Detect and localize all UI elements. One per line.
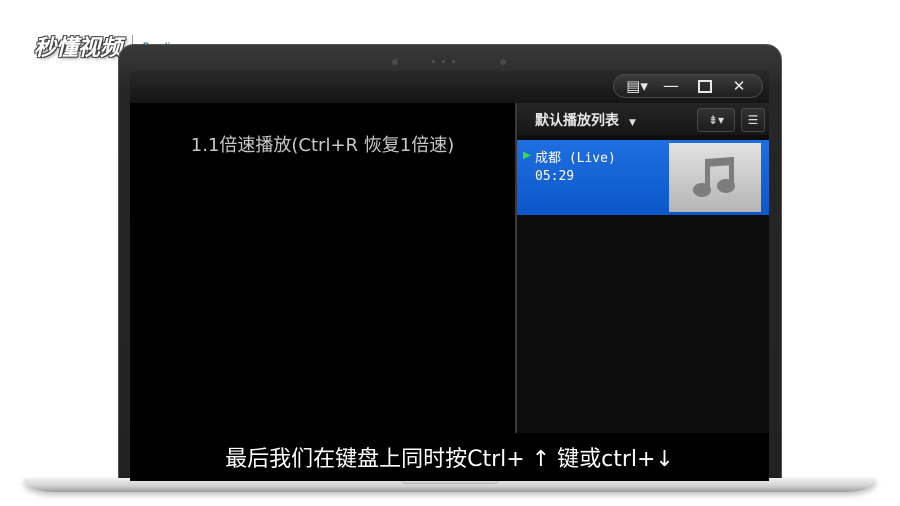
chevron-down-icon: ▼ (629, 118, 636, 128)
camera-dot (432, 60, 435, 63)
music-note-icon (693, 157, 735, 197)
skin-menu-icon[interactable]: ▤▾ (624, 78, 650, 94)
playlist-title-dropdown[interactable]: 默认播放列表 ▼ (535, 110, 636, 130)
camera-dot (452, 60, 455, 63)
player-title-bar[interactable]: ▤▾ — ✕ (130, 71, 769, 103)
play-indicator-icon: ▶ (523, 150, 531, 161)
playlist-title: 默认播放列表 (535, 113, 619, 129)
maximize-button[interactable] (692, 78, 718, 94)
watermark-brand: 秒懂视频 (34, 36, 123, 61)
window-controls: ▤▾ — ✕ (613, 74, 763, 98)
bezel-sensor-left (392, 59, 398, 65)
maximize-icon (698, 80, 712, 93)
playlist-item[interactable]: ▶ 成都 (Live) 05:29 (517, 140, 769, 215)
playback-speed-osd: 1.1倍速播放(Ctrl+R 恢复1倍速) (190, 135, 455, 156)
video-area[interactable]: 1.1倍速播放(Ctrl+R 恢复1倍速) (130, 103, 515, 433)
playlist-menu-button[interactable]: ☰ (741, 108, 765, 132)
laptop-screen: ▤▾ — ✕ 1.1倍速播放(Ctrl+R 恢复1倍速) 默认播放列表 ▼ ⇟▾ … (130, 71, 769, 481)
playlist-panel: 默认播放列表 ▼ ⇟▾ ☰ ▶ 成都 (Live) 05:29 (517, 103, 769, 433)
camera-dot (442, 60, 445, 63)
video-subtitle: 最后我们在键盘上同时按Ctrl+ ↑ 键或ctrl+↓ (225, 447, 674, 472)
sort-button[interactable]: ⇟▾ (697, 108, 735, 132)
track-thumbnail (669, 143, 761, 212)
close-button[interactable]: ✕ (726, 78, 752, 94)
track-duration: 05:29 (535, 169, 575, 184)
bezel-sensor-right (500, 59, 506, 65)
track-name: 成都 (Live) (535, 151, 616, 166)
minimize-button[interactable]: — (658, 78, 684, 94)
playlist-header: 默认播放列表 ▼ ⇟▾ ☰ (517, 103, 769, 135)
